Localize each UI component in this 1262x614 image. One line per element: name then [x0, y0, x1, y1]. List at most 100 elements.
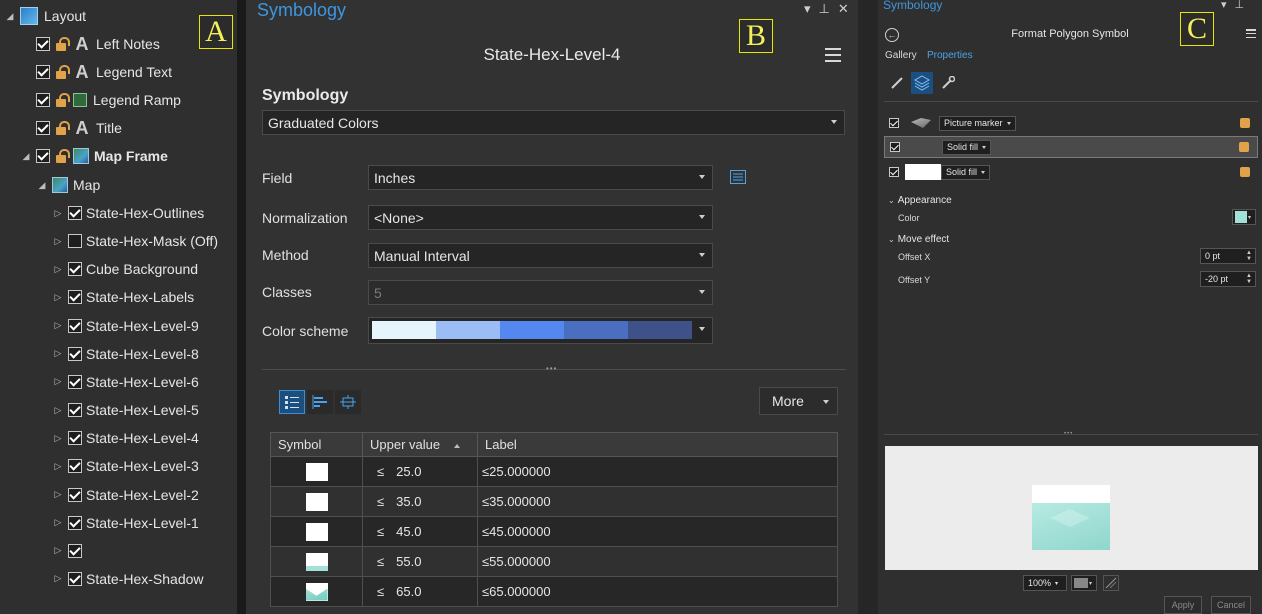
scale-view-button[interactable]: [335, 390, 361, 414]
offset-x-input[interactable]: 0 pt ▲ ▼: [1200, 248, 1256, 264]
spin-arrows-icon[interactable]: ▲ ▼: [1246, 273, 1252, 285]
pin-icon[interactable]: ⊥: [819, 1, 830, 17]
tree-item-layer[interactable]: ▷ State-Hex-Shadow: [52, 567, 204, 591]
tab-gallery[interactable]: Gallery: [885, 50, 917, 61]
class-symbol-swatch[interactable]: [305, 522, 328, 541]
table-row[interactable]: ≤65.0 ≤65.000000: [270, 576, 838, 607]
label-cell[interactable]: ≤25.000000: [477, 456, 838, 487]
tree-item-layer[interactable]: ▷ State-Hex-Level-6: [52, 370, 199, 394]
tree-item-layer[interactable]: ▷ Cube Background: [52, 257, 199, 281]
splitter-grip[interactable]: •••: [1064, 431, 1073, 437]
classes-view-button[interactable]: [279, 390, 305, 414]
menu-icon[interactable]: [1246, 29, 1256, 38]
lock-icon[interactable]: [1239, 142, 1249, 152]
pane-splitter[interactable]: [237, 0, 246, 614]
tree-item-layer[interactable]: ▷ State-Hex-Level-5: [52, 398, 199, 422]
tree-item-layer[interactable]: ▷ State-Hex-Level-1: [52, 511, 199, 535]
tree-item-layout-element[interactable]: A Left Notes: [36, 32, 160, 56]
expand-icon[interactable]: ▷: [52, 432, 64, 444]
tree-item-layer[interactable]: ▷ State-Hex-Labels: [52, 285, 195, 309]
visibility-checkbox[interactable]: [68, 403, 82, 418]
col-symbol[interactable]: Symbol: [270, 432, 363, 457]
splitter-grip[interactable]: •••: [546, 364, 557, 373]
unlock-icon[interactable]: [54, 149, 70, 163]
tree-item-layout-element[interactable]: A Legend Text: [36, 60, 172, 84]
expand-icon[interactable]: ▷: [52, 348, 64, 360]
dropdown-icon[interactable]: ▾: [804, 1, 811, 17]
zoom-dropdown[interactable]: 100% ▾: [1023, 575, 1067, 591]
expand-icon[interactable]: ▷: [52, 291, 64, 303]
expand-icon[interactable]: ▷: [52, 207, 64, 219]
upper-value-cell[interactable]: ≤25.0: [362, 456, 478, 487]
tree-item-layout[interactable]: ◢ Layout: [4, 4, 86, 28]
expand-icon[interactable]: ▷: [52, 320, 64, 332]
expand-icon[interactable]: ▷: [52, 545, 64, 557]
class-symbol-swatch[interactable]: [305, 552, 328, 571]
col-label[interactable]: Label: [477, 432, 838, 457]
visibility-checkbox[interactable]: [36, 93, 50, 107]
visibility-checkbox[interactable]: [36, 37, 50, 51]
spin-arrows-icon[interactable]: ▲ ▼: [1246, 250, 1252, 262]
symbol-cell[interactable]: [270, 456, 363, 487]
layers-tab[interactable]: [911, 72, 933, 94]
visibility-checkbox[interactable]: [68, 487, 82, 502]
tab-properties[interactable]: Properties: [927, 50, 973, 61]
collapse-icon[interactable]: ◢: [4, 10, 16, 22]
label-cell[interactable]: ≤55.000000: [477, 546, 838, 577]
upper-value-cell[interactable]: ≤55.0: [362, 546, 478, 577]
symbol-layer-row[interactable]: Picture marker: [884, 112, 1258, 134]
expand-icon[interactable]: ▷: [52, 376, 64, 388]
visibility-checkbox[interactable]: [68, 346, 82, 361]
lock-icon[interactable]: [1240, 167, 1250, 177]
grid-toggle[interactable]: [1103, 575, 1119, 591]
label-cell[interactable]: ≤45.000000: [477, 516, 838, 547]
tree-item-map[interactable]: ◢ Map: [36, 173, 100, 197]
layer-type-dropdown[interactable]: Solid fill: [941, 164, 991, 180]
layer-visibility-checkbox[interactable]: [889, 167, 899, 177]
more-button[interactable]: More: [759, 387, 838, 415]
tree-item-layout-element[interactable]: A Title: [36, 116, 122, 140]
col-upper-value[interactable]: Upper value: [362, 432, 478, 457]
tree-item-layout-element[interactable]: Legend Ramp: [36, 88, 181, 112]
label-cell[interactable]: ≤35.000000: [477, 486, 838, 517]
expand-icon[interactable]: ▷: [52, 460, 64, 472]
class-symbol-swatch[interactable]: [305, 462, 328, 481]
layer-visibility-checkbox[interactable]: [889, 118, 899, 128]
visibility-checkbox[interactable]: [36, 149, 50, 163]
visibility-checkbox[interactable]: [36, 65, 50, 79]
apply-button[interactable]: Apply: [1164, 596, 1202, 614]
layer-visibility-checkbox[interactable]: [890, 142, 900, 152]
tree-item-layer[interactable]: ▷ State-Hex-Outlines: [52, 201, 205, 225]
visibility-checkbox[interactable]: [68, 290, 82, 305]
visibility-checkbox[interactable]: [68, 374, 82, 389]
unlock-icon[interactable]: [54, 121, 70, 135]
dropdown-icon[interactable]: ▾: [1221, 0, 1227, 11]
appearance-heading[interactable]: ⌄ Appearance: [888, 195, 952, 206]
table-row[interactable]: ≤25.0 ≤25.000000: [270, 456, 838, 487]
visibility-checkbox[interactable]: [68, 459, 82, 474]
upper-value-cell[interactable]: ≤35.0: [362, 486, 478, 517]
collapse-icon[interactable]: ◢: [36, 179, 48, 191]
lock-icon[interactable]: [1240, 118, 1250, 128]
expand-icon[interactable]: ▷: [52, 573, 64, 585]
expand-icon[interactable]: ▷: [52, 263, 64, 275]
tree-item-layer[interactable]: ▷ State-Hex-Level-4: [52, 426, 199, 450]
symbol-cell[interactable]: [270, 486, 363, 517]
label-cell[interactable]: ≤65.000000: [477, 576, 838, 607]
classes-dropdown[interactable]: 5: [368, 280, 713, 305]
visibility-checkbox[interactable]: [68, 318, 82, 333]
cancel-button[interactable]: Cancel: [1211, 596, 1251, 614]
layer-type-dropdown[interactable]: Solid fill: [942, 139, 992, 155]
tree-item-layer[interactable]: ▷ State-Hex-Level-8: [52, 342, 199, 366]
unlock-icon[interactable]: [54, 37, 70, 51]
expand-icon[interactable]: ▷: [52, 235, 64, 247]
expand-icon[interactable]: ▷: [52, 517, 64, 529]
offset-y-input[interactable]: -20 pt ▲ ▼: [1200, 271, 1256, 287]
color-picker[interactable]: ▾: [1232, 209, 1256, 225]
collapse-icon[interactable]: ◢: [20, 150, 32, 162]
layer-type-dropdown[interactable]: Picture marker: [939, 115, 1016, 131]
symbol-tab[interactable]: [886, 72, 908, 94]
pane-splitter[interactable]: [858, 0, 878, 614]
color-scheme-ramp[interactable]: [372, 321, 692, 339]
method-dropdown[interactable]: Manual Interval: [368, 243, 713, 268]
